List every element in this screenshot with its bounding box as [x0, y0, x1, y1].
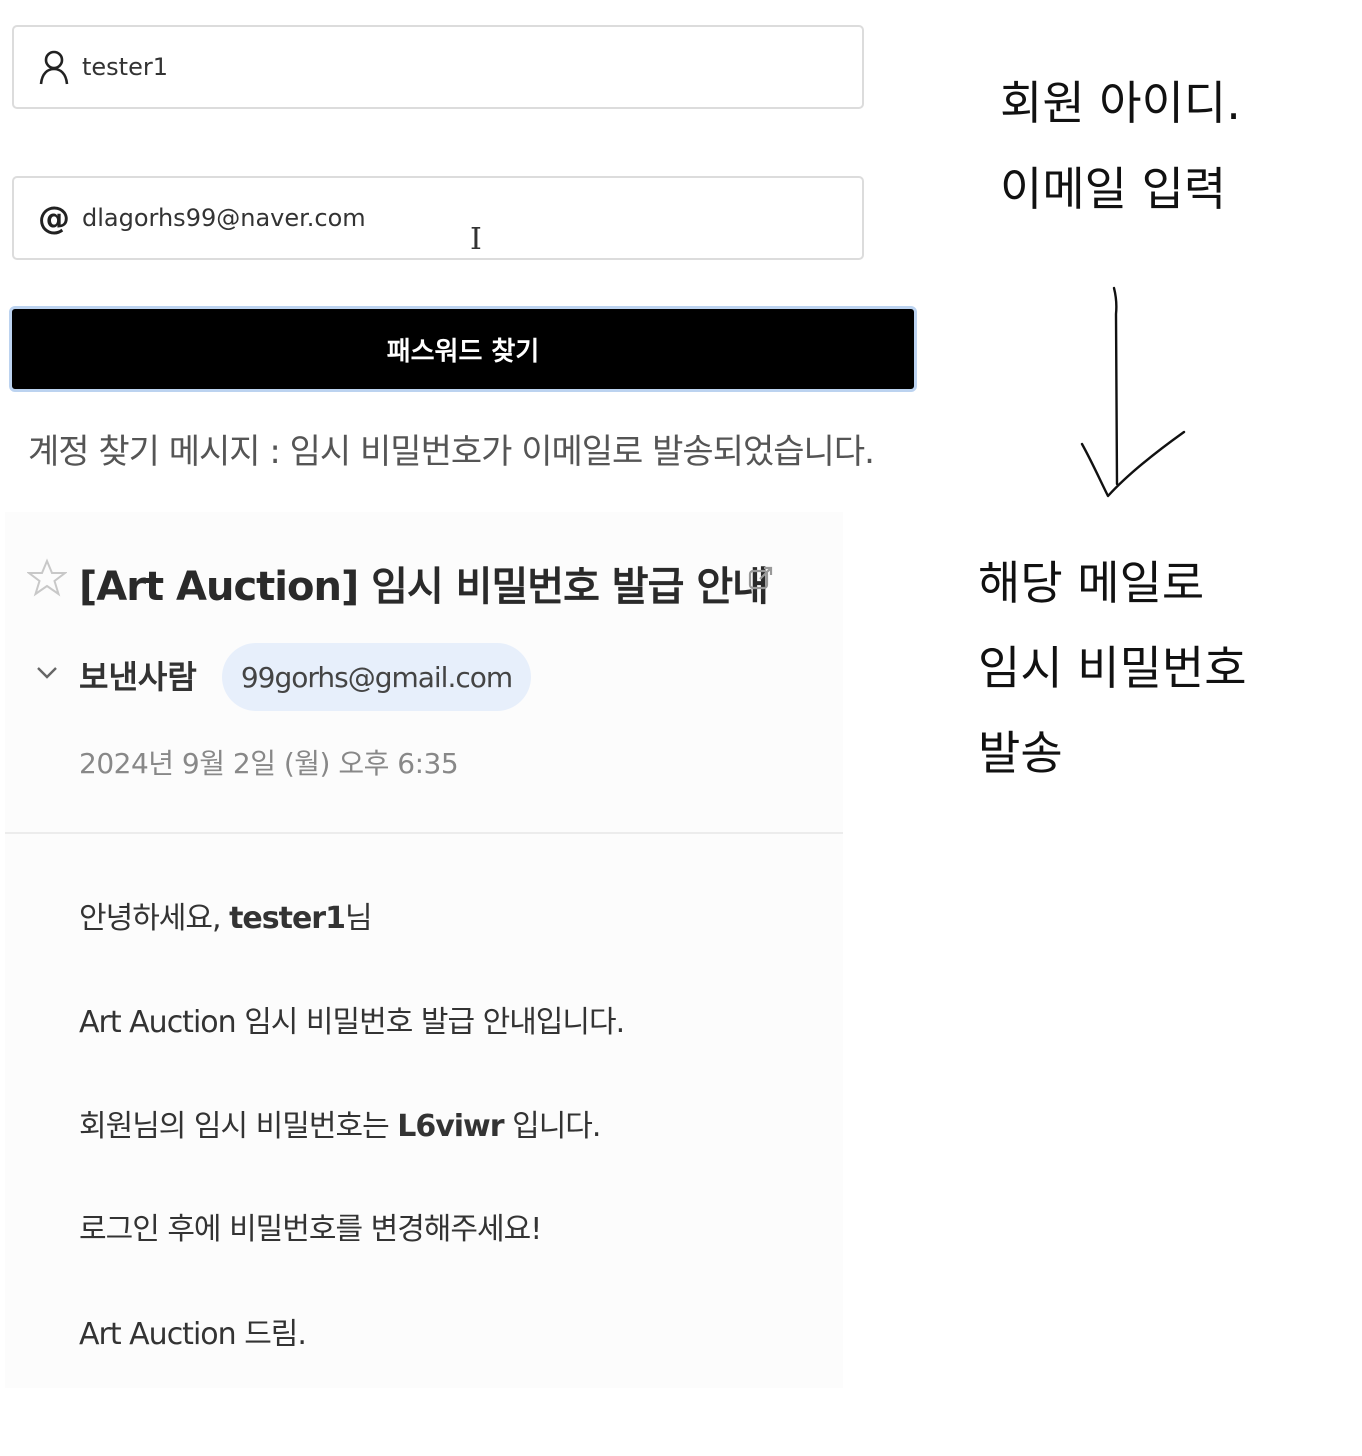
annotation-note-1-line-1: 회원 아이디. [1000, 76, 1241, 130]
email-subject: [Art Auction] 임시 비밀번호 발급 안내 [79, 564, 769, 610]
email-view: [Art Auction] 임시 비밀번호 발급 안내 보낸사람 99gorhs… [5, 512, 843, 1388]
at-icon: @ [38, 199, 70, 237]
signoff-line: Art Auction 드림. [79, 1317, 307, 1352]
chevron-down-icon[interactable] [35, 664, 59, 680]
annotation-note-2-line-2: 임시 비밀번호 [978, 641, 1247, 695]
annotation-note-2-line-3: 발송 [978, 726, 1063, 780]
sender-label: 보낸사람 [79, 658, 197, 696]
email-input[interactable] [82, 204, 842, 232]
password-line: 회원님의 임시 비밀번호는 L6viwr 입니다. [79, 1109, 601, 1144]
greeting-name: tester1 [229, 901, 346, 936]
divider [5, 832, 843, 834]
intro-line: Art Auction 임시 비밀번호 발급 안내입니다. [79, 1005, 625, 1040]
sender-chip[interactable]: 99gorhs@gmail.com [222, 643, 531, 711]
greeting-line: 안녕하세요, tester1님 [79, 901, 373, 936]
temp-password: L6viwr [397, 1109, 504, 1144]
annotation-note-2-line-1: 해당 메일로 [978, 556, 1205, 610]
email-field[interactable]: @ [12, 176, 864, 260]
hand-drawn-arrow-icon [1080, 286, 1186, 498]
star-icon[interactable] [27, 558, 67, 598]
user-icon [39, 50, 69, 85]
text-cursor-icon: I [470, 222, 482, 257]
annotation-note-1-line-2: 이메일 입력 [1000, 162, 1227, 216]
change-password-line: 로그인 후에 비밀번호를 변경해주세요! [79, 1212, 542, 1247]
email-date: 2024년 9월 2일 (월) 오후 6:35 [79, 747, 459, 780]
find-password-button[interactable]: 패스워드 찾기 [9, 306, 917, 392]
username-input[interactable] [82, 53, 842, 81]
username-field[interactable] [12, 25, 864, 109]
external-link-icon[interactable] [747, 564, 775, 592]
result-message: 계정 찾기 메시지 : 임시 비밀번호가 이메일로 발송되었습니다. [28, 432, 875, 472]
